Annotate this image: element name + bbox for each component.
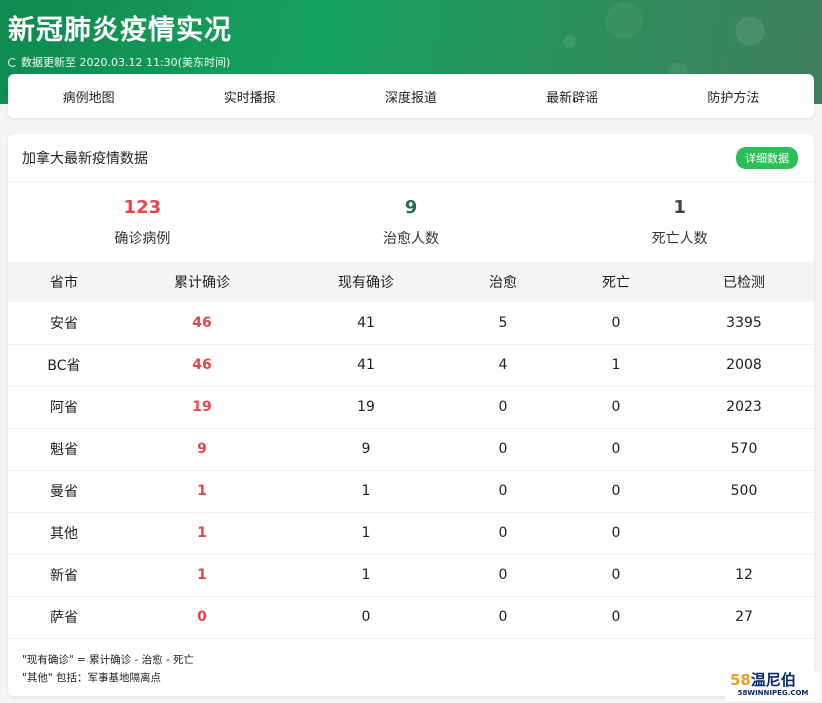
cell-deaths: 0 [611, 441, 621, 457]
col-header-total-confirmed: 累计确诊 [174, 275, 230, 291]
cured-label: 治愈人数 [383, 230, 439, 247]
cell-tested [674, 512, 814, 554]
province-table: 省市 累计确诊 现有确诊 治愈 死亡 已检测 安省 46 41 5 0 3395… [8, 262, 814, 639]
cell-deaths: 0 [611, 483, 621, 499]
cell-cured: 4 [498, 357, 508, 373]
confirmed-label: 确诊病例 [114, 230, 171, 247]
table-row: 其他 1 1 0 0 [8, 512, 814, 554]
cell-tested: 27 [735, 609, 753, 625]
table-row: 安省 46 41 5 0 3395 [8, 302, 814, 344]
col-header-tested: 已检测 [723, 275, 765, 291]
table-row: BC省 46 41 4 1 2008 [8, 344, 814, 386]
cell-deaths: 0 [611, 399, 621, 415]
nav-rumor-busting[interactable]: 最新辟谣 [492, 87, 653, 106]
cell-current-confirmed: 0 [361, 609, 371, 625]
cell-total-confirmed: 9 [197, 441, 207, 457]
table-row: 曼省 1 1 0 0 500 [8, 470, 814, 512]
cell-cured: 0 [498, 567, 508, 583]
detail-data-button[interactable]: 详细数据 [736, 146, 798, 169]
cell-current-confirmed: 1 [361, 525, 371, 541]
cured-count: 9 [404, 196, 418, 218]
cell-tested: 3395 [726, 314, 762, 331]
watermark-domain: 58WINNIPEG.COM [737, 689, 809, 697]
table-notes: "现有确诊" = 累计确诊 - 治愈 - 死亡 "其他" 包括：军事基地隔离点 [8, 639, 814, 699]
cell-tested: 570 [730, 441, 758, 457]
death-count: 1 [673, 196, 686, 218]
cell-province: 曼省 [50, 484, 78, 500]
cell-province: 阿省 [50, 400, 78, 416]
cell-tested: 2008 [726, 357, 762, 373]
col-header-current-confirmed: 现有确诊 [338, 275, 394, 291]
summary-cured: 9 治愈人数 [277, 197, 546, 248]
cell-cured: 0 [498, 525, 508, 541]
cell-total-confirmed: 46 [192, 357, 212, 373]
note-other: "其他" 包括：军事基地隔离点 [22, 671, 161, 684]
cell-tested: 2023 [726, 399, 762, 415]
update-timestamp: 数据更新至 2020.03.12 11:30(美东时间) [8, 54, 230, 70]
canada-data-card: 加拿大最新疫情数据 详细数据 123 确诊病例 9 治愈人数 1 死亡人数 省市… [8, 134, 814, 696]
cell-cured: 0 [498, 483, 508, 499]
cell-current-confirmed: 1 [361, 567, 371, 583]
update-timestamp-text: 数据更新至 2020.03.12 11:30(美东时间) [21, 56, 231, 69]
cell-total-confirmed: 46 [192, 314, 212, 331]
cell-tested: 12 [735, 567, 753, 583]
cell-cured: 0 [498, 609, 508, 625]
cell-province: BC省 [47, 358, 81, 374]
card-header: 加拿大最新疫情数据 详细数据 [8, 134, 814, 182]
cell-province: 魁省 [50, 442, 78, 458]
cell-deaths: 0 [611, 314, 621, 331]
watermark-number: 58 [730, 671, 751, 689]
table-header-row: 省市 累计确诊 现有确诊 治愈 死亡 已检测 [8, 262, 814, 302]
page-title: 新冠肺炎疫情实况 [8, 15, 232, 46]
cell-total-confirmed: 19 [192, 399, 212, 415]
cell-cured: 0 [498, 399, 508, 415]
watermark-text: 温尼伯 [750, 671, 796, 689]
cell-current-confirmed: 9 [361, 441, 371, 457]
cell-province: 新省 [50, 568, 78, 584]
cell-current-confirmed: 1 [361, 483, 371, 499]
confirmed-count: 123 [123, 196, 162, 218]
cell-total-confirmed: 1 [197, 483, 207, 499]
cell-cured: 5 [498, 314, 508, 331]
table-row: 魁省 9 9 0 0 570 [8, 428, 814, 470]
cell-province: 安省 [50, 315, 78, 332]
top-nav: 病例地图 实时播报 深度报道 最新辟谣 防护方法 [8, 74, 814, 118]
cell-current-confirmed: 41 [357, 314, 375, 331]
note-current-confirmed: "现有确诊" = 累计确诊 - 治愈 - 死亡 [22, 653, 195, 666]
col-header-cured: 治愈 [489, 275, 517, 291]
card-title: 加拿大最新疫情数据 [22, 150, 148, 167]
cell-province: 萨省 [50, 610, 78, 626]
nav-in-depth[interactable]: 深度报道 [330, 87, 491, 106]
site-watermark-logo: 58温尼伯 58WINNIPEG.COM [726, 671, 820, 701]
summary-confirmed: 123 确诊病例 [8, 197, 277, 248]
cell-tested: 500 [730, 483, 758, 499]
col-header-deaths: 死亡 [602, 275, 630, 291]
table-row: 新省 1 1 0 0 12 [8, 554, 814, 596]
summary-stats: 123 确诊病例 9 治愈人数 1 死亡人数 [8, 182, 814, 262]
cell-current-confirmed: 19 [357, 399, 375, 415]
cell-deaths: 0 [611, 609, 621, 625]
nav-case-map[interactable]: 病例地图 [8, 87, 169, 106]
refresh-icon[interactable] [8, 57, 17, 67]
cell-province: 其他 [50, 526, 78, 542]
cell-cured: 0 [498, 441, 508, 457]
table-row: 阿省 19 19 0 0 2023 [8, 386, 814, 428]
cell-deaths: 1 [611, 357, 621, 373]
summary-deaths: 1 死亡人数 [545, 197, 814, 248]
nav-protection[interactable]: 防护方法 [653, 87, 814, 106]
cell-deaths: 0 [611, 525, 621, 541]
cell-deaths: 0 [611, 567, 621, 583]
cell-total-confirmed: 1 [197, 567, 207, 583]
cell-current-confirmed: 41 [357, 357, 375, 373]
table-row: 萨省 0 0 0 0 27 [8, 596, 814, 638]
death-label: 死亡人数 [651, 230, 708, 247]
col-header-province: 省市 [50, 275, 78, 291]
nav-live-updates[interactable]: 实时播报 [169, 87, 330, 106]
cell-total-confirmed: 1 [197, 525, 207, 541]
cell-total-confirmed: 0 [197, 609, 207, 625]
